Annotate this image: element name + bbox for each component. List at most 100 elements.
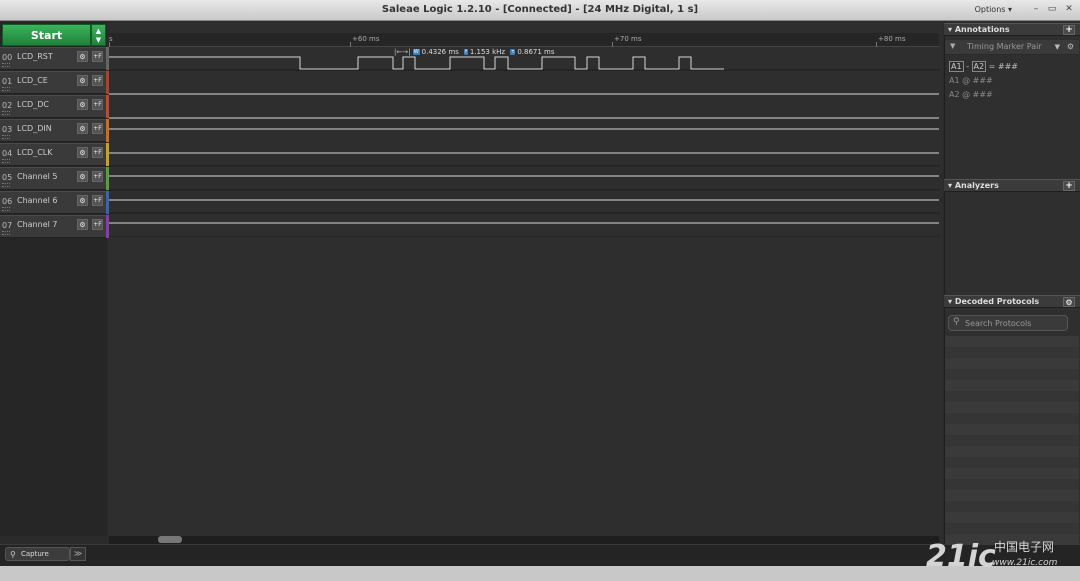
drag-handle-icon[interactable] bbox=[2, 231, 10, 235]
drag-handle-icon[interactable] bbox=[2, 159, 10, 163]
a1-marker-row: A1 @ ### bbox=[949, 76, 993, 85]
channel-number: 02 bbox=[2, 101, 13, 110]
channel-name[interactable]: Channel 6 bbox=[17, 196, 57, 205]
trigger-icon[interactable]: +F bbox=[92, 219, 103, 230]
status-strip bbox=[0, 566, 1080, 581]
channel-row[interactable]: 01 LCD_CE ⚙ +F bbox=[0, 71, 107, 94]
watermark-url: www.21ic.com bbox=[992, 558, 1058, 568]
search-icon: ⚲ bbox=[953, 317, 960, 327]
channel-row[interactable]: 07 Channel 7 ⚙ +F bbox=[0, 215, 107, 238]
gear-icon[interactable]: ⚙ bbox=[77, 219, 88, 230]
watermark-text: 21ic bbox=[926, 539, 996, 574]
decoded-protocols-list[interactable] bbox=[945, 336, 1079, 545]
start-button[interactable]: Start bbox=[2, 24, 91, 46]
trigger-icon[interactable]: +F bbox=[92, 123, 103, 134]
capture-tab[interactable]: ⚲ Capture bbox=[5, 547, 70, 561]
channel-number: 06 bbox=[2, 197, 13, 206]
timing-marker-label: Timing Marker Pair bbox=[967, 42, 1042, 51]
dropdown-icon[interactable]: ▼ bbox=[1055, 43, 1060, 51]
gear-icon[interactable]: ⚙ bbox=[77, 147, 88, 158]
channel-row[interactable]: 06 Channel 6 ⚙ +F bbox=[0, 191, 107, 214]
time-ruler[interactable]: s +60 ms +70 ms +80 ms bbox=[109, 33, 939, 47]
trigger-icon[interactable]: +F bbox=[92, 147, 103, 158]
drag-handle-icon[interactable] bbox=[2, 111, 10, 115]
channel-row[interactable]: 04 LCD_CLK ⚙ +F bbox=[0, 143, 107, 166]
channel-row[interactable]: 03 LCD_DIN ⚙ +F bbox=[0, 119, 107, 142]
a1-marker-button[interactable]: A1 bbox=[949, 61, 964, 72]
pair-result: = ### bbox=[988, 62, 1019, 71]
title-bar: Saleae Logic 1.2.10 - [Connected] - [24 … bbox=[0, 0, 1080, 21]
capture-tab-label: Capture bbox=[21, 550, 49, 558]
trigger-icon[interactable]: +F bbox=[92, 75, 103, 86]
trigger-icon[interactable]: +F bbox=[92, 51, 103, 62]
trigger-icon[interactable]: +F bbox=[92, 195, 103, 206]
minimize-button[interactable]: – bbox=[1028, 2, 1044, 16]
channel-number: 01 bbox=[2, 77, 13, 86]
analyzers-header[interactable]: ▾ Analyzers + bbox=[944, 179, 1080, 192]
search-icon: ⚲ bbox=[10, 550, 16, 559]
protocols-gear-icon[interactable]: ⚙ bbox=[1063, 297, 1075, 307]
more-tabs-button[interactable]: ≫ bbox=[70, 547, 86, 561]
options-menu[interactable]: Options ▾ bbox=[975, 5, 1012, 14]
decoded-protocols-title: Decoded Protocols bbox=[954, 297, 1040, 306]
channel-row[interactable]: 00 LCD_RST ⚙ +F bbox=[0, 47, 107, 70]
bottom-bar bbox=[0, 544, 1080, 566]
ruler-tick-label: +80 ms bbox=[878, 35, 906, 43]
collapse-icon: ▾ bbox=[948, 297, 955, 306]
marker-pair-row: A1 - A2 = ### bbox=[949, 61, 1018, 72]
collapse-icon: ▾ bbox=[948, 25, 955, 34]
channel-name[interactable]: LCD_CLK bbox=[17, 148, 53, 157]
window-title: Saleae Logic 1.2.10 - [Connected] - [24 … bbox=[381, 4, 699, 15]
start-options-button[interactable]: ▲ ▼ bbox=[91, 24, 106, 46]
channel-name[interactable]: Channel 5 bbox=[17, 172, 57, 181]
channel-number: 00 bbox=[2, 53, 13, 62]
horizontal-scrollbar[interactable] bbox=[109, 536, 939, 544]
watermark-logo: 21ic 中国电子网 www.21ic.com bbox=[926, 539, 1058, 574]
ruler-tick-label: +60 ms bbox=[352, 35, 380, 43]
filter-icon: ▼ bbox=[950, 42, 956, 50]
channel-name[interactable]: LCD_RST bbox=[17, 52, 53, 61]
trigger-icon[interactable]: +F bbox=[92, 171, 103, 182]
drag-handle-icon[interactable] bbox=[2, 63, 10, 67]
close-button[interactable]: ✕ bbox=[1061, 2, 1077, 16]
timing-marker-selector[interactable]: ▼ Timing Marker Pair ▼ ⚙ bbox=[945, 40, 1079, 55]
gear-icon[interactable]: ⚙ bbox=[77, 75, 88, 86]
annotations-header[interactable]: ▾ Annotations + bbox=[944, 23, 1080, 36]
gear-icon[interactable]: ⚙ bbox=[77, 171, 88, 182]
search-protocols-input[interactable] bbox=[965, 318, 1063, 329]
maximize-button[interactable]: ▭ bbox=[1044, 2, 1060, 16]
ruler-tick-label: +70 ms bbox=[614, 35, 642, 43]
channel-name[interactable]: LCD_CE bbox=[17, 76, 48, 85]
drag-handle-icon[interactable] bbox=[2, 135, 10, 139]
watermark-cn: 中国电子网 bbox=[994, 539, 1054, 554]
channel-name[interactable]: LCD_DIN bbox=[17, 124, 52, 133]
channel-name[interactable]: LCD_DC bbox=[17, 100, 49, 109]
chevron-down-icon: ▼ bbox=[95, 36, 102, 44]
channel-number: 03 bbox=[2, 125, 13, 134]
pair-separator: - bbox=[966, 62, 969, 71]
channel-number: 05 bbox=[2, 173, 13, 182]
search-protocols-field[interactable]: ⚲ bbox=[948, 315, 1068, 331]
channel-number: 04 bbox=[2, 149, 13, 158]
a2-marker-row: A2 @ ### bbox=[949, 90, 993, 99]
drag-handle-icon[interactable] bbox=[2, 207, 10, 211]
a2-marker-button[interactable]: A2 bbox=[971, 61, 987, 72]
gear-icon[interactable]: ⚙ bbox=[77, 123, 88, 134]
scrollbar-thumb[interactable] bbox=[158, 536, 182, 543]
collapse-icon: ▾ bbox=[948, 181, 955, 190]
add-analyzer-button[interactable]: + bbox=[1063, 181, 1075, 191]
analyzers-title: Analyzers bbox=[954, 181, 999, 190]
gear-icon[interactable]: ⚙ bbox=[77, 99, 88, 110]
channel-row[interactable]: 05 Channel 5 ⚙ +F bbox=[0, 167, 107, 190]
decoded-protocols-header[interactable]: ▾ Decoded Protocols ⚙ bbox=[944, 295, 1080, 308]
drag-handle-icon[interactable] bbox=[2, 183, 10, 187]
channel-name[interactable]: Channel 7 bbox=[17, 220, 57, 229]
gear-icon[interactable]: ⚙ bbox=[77, 51, 88, 62]
annotations-title: Annotations bbox=[954, 25, 1010, 34]
drag-handle-icon[interactable] bbox=[2, 87, 10, 91]
gear-icon[interactable]: ⚙ bbox=[77, 195, 88, 206]
gear-icon[interactable]: ⚙ bbox=[1067, 42, 1074, 51]
trigger-icon[interactable]: +F bbox=[92, 99, 103, 110]
add-annotation-button[interactable]: + bbox=[1063, 25, 1075, 35]
channel-row[interactable]: 02 LCD_DC ⚙ +F bbox=[0, 95, 107, 118]
